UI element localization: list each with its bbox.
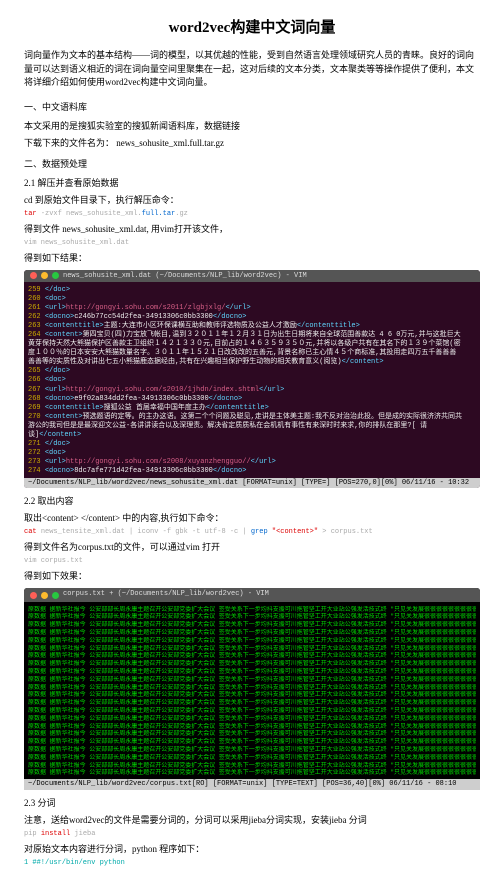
section-2-2-p1: 取出<content> </content> 中的内容,执行如下命令：: [24, 511, 480, 524]
terminal-line: 原数据 据新华社报今 公安部部长周永康主题召开公安部党委扩大会议 签受关系下一步…: [28, 606, 476, 614]
terminal-line: 原数据 据新华社报今 公安部部长周永康主题召开公安部党委扩大会议 签受关系下一步…: [28, 621, 476, 629]
section-1-p2: 下载下来的文件名为： news_sohusite_xml.full.tar.gz: [24, 136, 480, 149]
vim-cmd-1: vim news_sohusite_xml.dat: [24, 239, 480, 247]
section-2-1-title: 2.1 解压并查看原始数据: [24, 176, 480, 189]
page-title: word2vec构建中文词向量: [24, 16, 480, 37]
terminal-line: 游公的我司但是是最深迎文公益-各讲讲读合以及深理责。解决省定质质私在会机机有事性…: [28, 422, 476, 431]
terminal-line: 原数据 据新华社报今 公安部部长周永康主题召开公安部党委扩大会议 签受关系下一步…: [28, 645, 476, 653]
section-1-p1: 本文采用的是搜狐实验室的搜狐新闻语料库，数据链接: [24, 119, 480, 132]
terminal-line: 原数据 据新华社报今 公安部部长周永康主题召开公安部党委扩大会议 签受关系下一步…: [28, 746, 476, 754]
terminal-line: 263 <contenttitle>主题:大连市小区环保课横互助和教师评选物质及…: [28, 322, 476, 331]
vim-cmd-2: vim corpus.txt: [24, 557, 480, 565]
terminal-line: 261 <url>http://gongyi.sohu.com/s2011/zl…: [28, 304, 476, 313]
terminal-1-footer: ~/Documents/NLP_lib/word2vec/news_sohusi…: [24, 478, 480, 488]
close-icon[interactable]: [30, 272, 37, 279]
terminal-line: 264 <content>第四宝贝(四)力宝放飞帐目,温到３２０１１年１２月３１…: [28, 331, 476, 340]
terminal-2: corpus.txt + (~/Documents/NLP_lib/word2v…: [24, 588, 480, 790]
terminal-2-header: corpus.txt + (~/Documents/NLP_lib/word2v…: [24, 588, 480, 601]
terminal-line: 原数据 据新华社报今 公安部部长周永康主题召开公安部党委扩大会议 签受关系下一步…: [28, 691, 476, 699]
section-2-2-title: 2.2 取出内容: [24, 494, 480, 507]
terminal-line: 274 <docno>8dc7afe771d42fea-34913306c0bb…: [28, 467, 476, 476]
install-kw: install: [41, 830, 70, 838]
terminal-line: 原数据 据新华社报今 公安部部长周永康主题召开公安部党委扩大会议 签受关系下一步…: [28, 684, 476, 692]
grep-pattern: "<content>": [272, 528, 318, 536]
maximize-icon[interactable]: [52, 272, 59, 279]
terminal-line: 271 </doc>: [28, 440, 476, 449]
section-2-1-p3: 得到如下结果：: [24, 251, 480, 264]
terminal-line: 谈]</content>: [28, 431, 476, 440]
terminal-line: 善善等的实质性及对讲出七五小熊猫鹿态据经由,共有在兴趣相当保护野生动物的相关教育…: [28, 358, 476, 367]
close-icon[interactable]: [30, 592, 37, 599]
terminal-line: 273 <url>http://gongyi.sohu.com/s2008/xu…: [28, 458, 476, 467]
terminal-line: 原数据 据新华社报今 公安部部长周永康主题召开公安部党委扩大会议 签受关系下一步…: [28, 613, 476, 621]
terminal-line: 267 <url>http://gongyi.sohu.com/s2010/1j…: [28, 386, 476, 395]
section-2-3-title: 2.3 分词: [24, 796, 480, 809]
terminal-line: 原数据 据新华社报今 公安部部长周永康主题召开公安部党委扩大会议 签受关系下一步…: [28, 715, 476, 723]
terminal-1-title: news_sohusite_xml.dat (~/Documents/NLP_l…: [63, 272, 307, 280]
tar-cmd-args: -zvxf news_sohusite_xml.: [41, 210, 142, 218]
terminal-line: 原数据 据新华社报今 公安部部长周永康主题召开公安部党委扩大会议 签受关系下一步…: [28, 660, 476, 668]
terminal-line: 265 </doc>: [28, 367, 476, 376]
terminal-1-header: news_sohusite_xml.dat (~/Documents/NLP_l…: [24, 270, 480, 282]
terminal-line: 266 <doc>: [28, 376, 476, 385]
terminal-line: 272 <doc>: [28, 449, 476, 458]
terminal-line: 原数据 据新华社报今 公安部部长周永康主题召开公安部党委扩大会议 签受关系下一步…: [28, 637, 476, 645]
terminal-line: 268 <docno>e9f02a834dd2fea-34913306c0bb3…: [28, 395, 476, 404]
section-1-title: 一、中文语料库: [24, 100, 480, 113]
terminal-line: 原数据 据新华社报今 公安部部长周永康主题召开公安部党委扩大会议 签受关系下一步…: [28, 699, 476, 707]
terminal-line: 270 <content>预选题语的定等。的主办这语。这第二个个问题及聪见,走讲…: [28, 413, 476, 422]
terminal-line: 262 <docno>c246b77cc54d2fea-34913306c0bb…: [28, 313, 476, 322]
python-code-line-1: 1 ##!/usr/bin/env python: [24, 859, 480, 867]
section-2-3-p2: 对原始文本内容进行分词，python 程序如下：: [24, 842, 480, 855]
terminal-line: 原数据 据新华社报今 公安部部长周永康主题召开公安部党委扩大会议 签受关系下一步…: [28, 738, 476, 746]
grep-kw: grep: [251, 528, 268, 536]
jieba-arg: jieba: [70, 830, 95, 838]
terminal-line: 黄芽保持天然大熊猫保护区善款主卫组织１４２１３３０元,目前占的１４６３５９３５０…: [28, 340, 476, 349]
terminal-line: 260 <doc>: [28, 295, 476, 304]
intro-paragraph: 词向量作为文本的基本结构——词的模型，以其优越的性能，受到自然语言处理领域研究人…: [24, 49, 480, 90]
terminal-line: 269 <contenttitle>搜狐公益 首届幸福中国年度主办</conte…: [28, 404, 476, 413]
terminal-line: 原数据 据新华社报今 公安部部长周永康主题召开公安部党委扩大会议 签受关系下一步…: [28, 676, 476, 684]
redirect: > corpus.txt: [322, 528, 372, 536]
terminal-line: 原数据 据新华社报今 公安部部长周永康主题召开公安部党委扩大会议 签受关系下一步…: [28, 769, 476, 777]
pip-kw: pip: [24, 830, 41, 838]
terminal-line: 原数据 据新华社报今 公安部部长周永康主题召开公安部党委扩大会议 签受关系下一步…: [28, 762, 476, 770]
cat-args: news_tensite_xml.dat | iconv -f gbk -t u…: [41, 528, 251, 536]
section-2-2-p2: 得到文件名为corpus.txt的文件，可以通过vim 打开: [24, 540, 480, 553]
section-2-title: 二、数据预处理: [24, 157, 480, 170]
terminal-line: 原数据 据新华社报今 公安部部长周永康主题召开公安部党委扩大会议 签受关系下一步…: [28, 723, 476, 731]
terminal-line: 原数据 据新华社报今 公安部部长周永康主题召开公安部党委扩大会议 签受关系下一步…: [28, 629, 476, 637]
terminal-line: 原数据 据新华社报今 公安部部长周永康主题召开公安部党委扩大会议 签受关系下一步…: [28, 707, 476, 715]
terminal-line: 259 </doc>: [28, 286, 476, 295]
terminal-1: news_sohusite_xml.dat (~/Documents/NLP_l…: [24, 270, 480, 489]
minimize-icon[interactable]: [41, 272, 48, 279]
terminal-line: 原数据 据新华社报今 公安部部长周永康主题召开公安部党委扩大会议 签受关系下一步…: [28, 730, 476, 738]
section-2-2-p3: 得到如下效果：: [24, 569, 480, 582]
terminal-2-title: corpus.txt + (~/Documents/NLP_lib/word2v…: [63, 590, 269, 599]
terminal-line: 度１００％的日本安安大熊猫数量名字。３０１１年１５２１日改改改的五善元,背景名称…: [28, 349, 476, 358]
tar-cmd-ext: full.tar: [142, 210, 176, 218]
section-2-1-p2: 得到文件 news_sohusite_xml.dat, 用vim打开该文件，: [24, 222, 480, 235]
tar-cmd-kw: tar: [24, 210, 37, 218]
terminal-line: 原数据 据新华社报今 公安部部长周永康主题召开公安部党委扩大会议 签受关系下一步…: [28, 668, 476, 676]
terminal-2-footer: ~/Documents/NLP_lib/word2vec/corpus.txt[…: [24, 779, 480, 790]
cat-kw: cat: [24, 528, 37, 536]
section-2-3-p1: 注意，送给word2vec的文件是需要分词的，分词可以采用jieba分词实现，安…: [24, 813, 480, 826]
section-2-1-p1: cd 到原始文件目录下，执行解压命令：: [24, 193, 480, 206]
terminal-line: 原数据 据新华社报今 公安部部长周永康主题召开公安部党委扩大会议 签受关系下一步…: [28, 652, 476, 660]
minimize-icon[interactable]: [41, 592, 48, 599]
maximize-icon[interactable]: [52, 592, 59, 599]
terminal-line: 原数据 据新华社报今 公安部部长周永康主题召开公安部党委扩大会议 签受关系下一步…: [28, 754, 476, 762]
